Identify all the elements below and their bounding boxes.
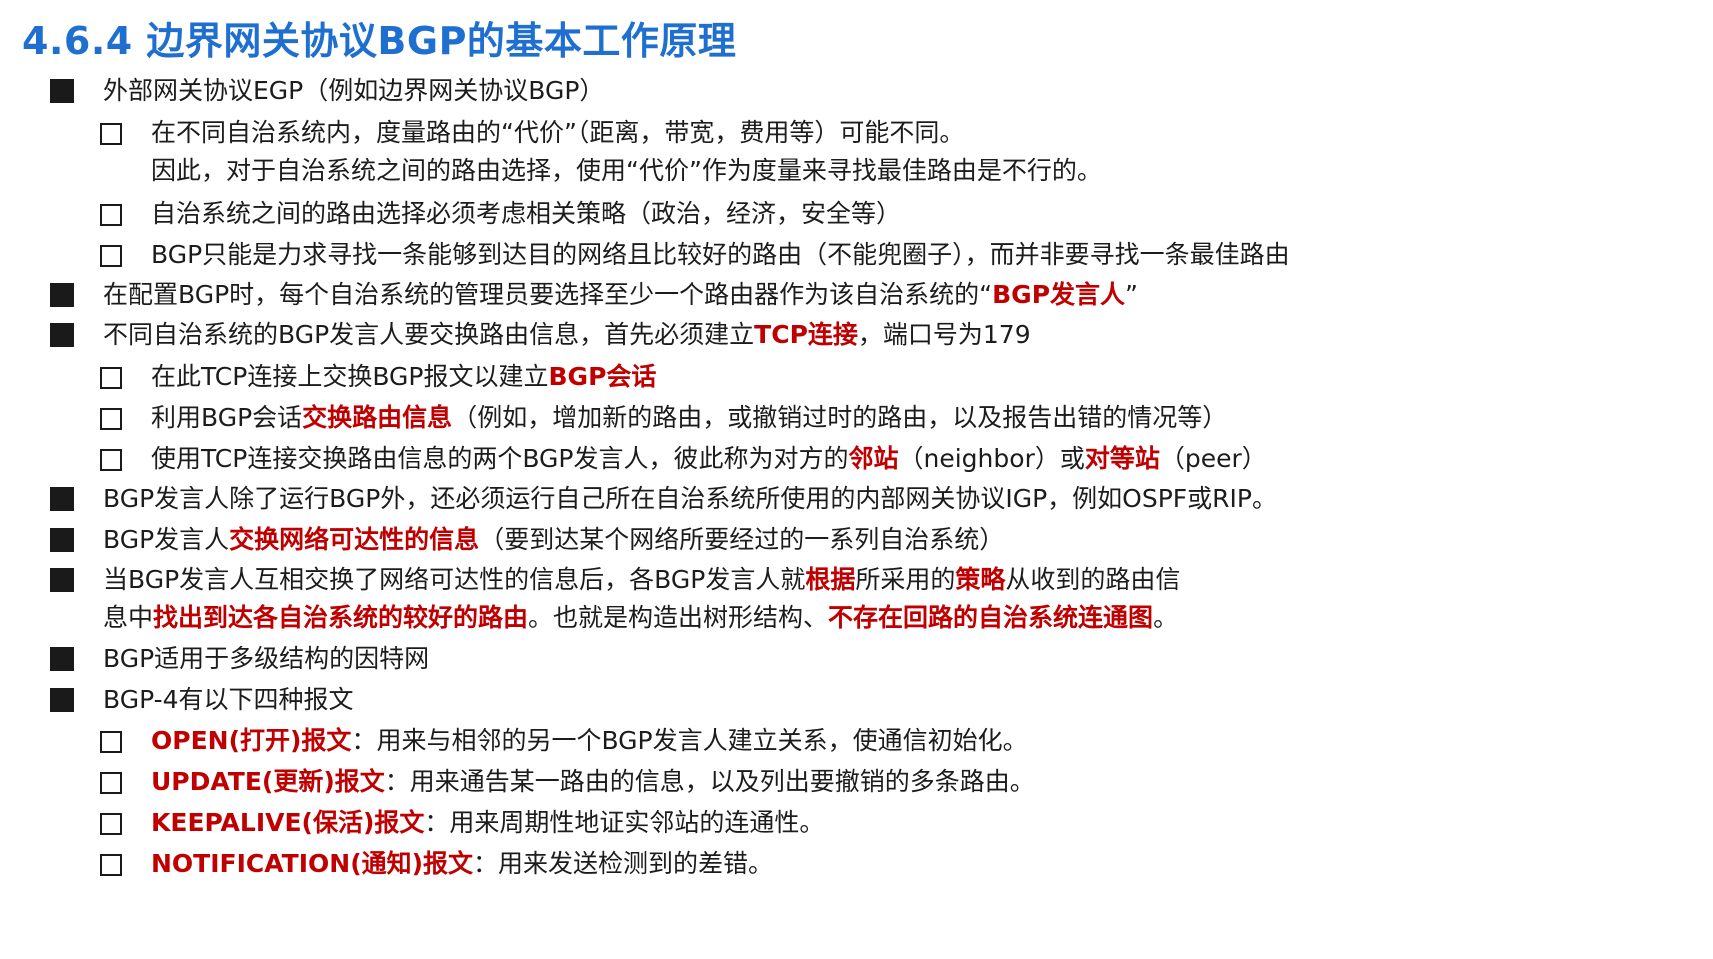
list-item: BGP适用于多级结构的因特网	[103, 642, 429, 676]
item-text: （例如，增加新的路由，或撤销过时的路由，以及报告出错的情况等）	[452, 403, 1228, 432]
list-item: 在配置BGP时，每个自治系统的管理员要选择至少一个路由器作为该自治系统的“BGP…	[103, 278, 1138, 312]
highlight-text: NOTIFICATION(通知)报文	[151, 849, 474, 878]
checkbox-bullet-icon	[100, 245, 122, 267]
item-text: （neighbor）或	[898, 444, 1085, 473]
highlight-text: 不存在回路的自治系统连通图	[828, 603, 1154, 632]
highlight-text: BGP会话	[548, 362, 657, 391]
highlight-text: 交换路由信息	[302, 403, 453, 432]
sub-list-item: UPDATE(更新)报文：用来通告某一路由的信息，以及列出要撤销的多条路由。	[151, 765, 1035, 799]
item-text: 从收到的路由信	[1005, 565, 1181, 594]
sub-list-item: KEEPALIVE(保活)报文：用来周期性地证实邻站的连通性。	[151, 806, 824, 840]
highlight-text: UPDATE(更新)报文	[151, 767, 385, 796]
checkbox-bullet-icon	[100, 449, 122, 471]
sub-list-item: NOTIFICATION(通知)报文：用来发送检测到的差错。	[151, 847, 773, 881]
item-text: BGP适用于多级结构的因特网	[103, 644, 430, 673]
square-bullet-icon	[50, 647, 74, 671]
highlight-text: 对等站	[1084, 444, 1160, 473]
item-text: 自治系统之间的路由选择必须考虑相关策略（政治，经济，安全等）	[151, 199, 902, 228]
item-text: ：用来周期性地证实邻站的连通性。	[424, 808, 825, 837]
item-text: （要到达某个网络所要经过的一系列自治系统）	[479, 525, 1005, 554]
checkbox-bullet-icon	[100, 367, 122, 389]
sub-list-item: 自治系统之间的路由选择必须考虑相关策略（政治，经济，安全等）	[151, 197, 901, 231]
sub-list-item: 利用BGP会话交换路由信息（例如，增加新的路由，或撤销过时的路由，以及报告出错的…	[151, 401, 1227, 435]
item-text: 不同自治系统的BGP发言人要交换路由信息，首先必须建立	[103, 320, 755, 349]
checkbox-bullet-icon	[100, 204, 122, 226]
item-text: ：用来通告某一路由的信息，以及列出要撤销的多条路由。	[384, 767, 1035, 796]
sub-list-item: OPEN(打开)报文：用来与相邻的另一个BGP发言人建立关系，使通信初始化。	[151, 724, 1028, 758]
item-text: 所采用的	[855, 565, 956, 594]
item-text: 在此TCP连接上交换BGP报文以建立	[151, 362, 549, 391]
square-bullet-icon	[50, 568, 74, 592]
item-text: BGP只能是力求寻找一条能够到达目的网络且比较好的路由（不能兜圈子），而并非要寻…	[151, 240, 1290, 269]
list-item: BGP发言人除了运行BGP外，还必须运行自己所在自治系统所使用的内部网关协议IG…	[103, 482, 1277, 516]
item-text: 因此，对于自治系统之间的路由选择，使用“代价”作为度量来寻找最佳路由是不行的。	[151, 156, 1102, 185]
checkbox-bullet-icon	[100, 731, 122, 753]
item-text: ：用来发送检测到的差错。	[473, 849, 774, 878]
item-text: 利用BGP会话	[151, 403, 303, 432]
list-item: BGP发言人交换网络可达性的信息（要到达某个网络所要经过的一系列自治系统）	[103, 523, 1004, 557]
highlight-text: 策略	[955, 565, 1006, 594]
square-bullet-icon	[50, 528, 74, 552]
item-text: BGP发言人除了运行BGP外，还必须运行自己所在自治系统所使用的内部网关协议IG…	[103, 484, 1277, 513]
list-item: 外部网关协议EGP（例如边界网关协议BGP）	[103, 74, 604, 108]
highlight-text: TCP连接	[754, 320, 858, 349]
checkbox-bullet-icon	[100, 408, 122, 430]
list-item: 当BGP发言人互相交换了网络可达性的信息后，各BGP发言人就根据所采用的策略从收…	[103, 563, 1180, 635]
square-bullet-icon	[50, 79, 74, 103]
checkbox-bullet-icon	[100, 772, 122, 794]
highlight-text: KEEPALIVE(保活)报文	[151, 808, 425, 837]
sub-list-item: 在此TCP连接上交换BGP报文以建立BGP会话	[151, 360, 656, 394]
checkbox-bullet-icon	[100, 123, 122, 145]
checkbox-bullet-icon	[100, 854, 122, 876]
item-text: ”	[1125, 280, 1138, 309]
item-text: 当BGP发言人互相交换了网络可达性的信息后，各BGP发言人就	[103, 565, 806, 594]
item-text: 在配置BGP时，每个自治系统的管理员要选择至少一个路由器作为该自治系统的“	[103, 280, 993, 309]
item-text: 在不同自治系统内，度量路由的“代价”（距离，带宽，费用等）可能不同。	[151, 118, 965, 147]
sub-list-item: 使用TCP连接交换路由信息的两个BGP发言人，彼此称为对方的邻站（neighbo…	[151, 442, 1267, 476]
item-text: 息中	[103, 603, 154, 632]
square-bullet-icon	[50, 283, 74, 307]
list-item: BGP-4有以下四种报文	[103, 683, 354, 717]
item-text: BGP-4有以下四种报文	[103, 685, 354, 714]
sub-list-item: 在不同自治系统内，度量路由的“代价”（距离，带宽，费用等）可能不同。因此，对于自…	[151, 116, 1102, 188]
highlight-text: OPEN(打开)报文	[151, 726, 352, 755]
item-text: ，端口号为179	[857, 320, 1031, 349]
sub-list-item: BGP只能是力求寻找一条能够到达目的网络且比较好的路由（不能兜圈子），而并非要寻…	[151, 238, 1290, 272]
highlight-text: BGP发言人	[992, 280, 1126, 309]
item-text: 。	[1153, 603, 1179, 632]
item-text: ：用来与相邻的另一个BGP发言人建立关系，使通信初始化。	[351, 726, 1028, 755]
square-bullet-icon	[50, 688, 74, 712]
square-bullet-icon	[50, 487, 74, 511]
highlight-text: 邻站	[848, 444, 899, 473]
list-item: 不同自治系统的BGP发言人要交换路由信息，首先必须建立TCP连接，端口号为179	[103, 318, 1031, 352]
item-text: （peer）	[1159, 444, 1267, 473]
checkbox-bullet-icon	[100, 813, 122, 835]
page-title: 4.6.4 边界网关协议BGP的基本工作原理	[22, 19, 737, 63]
highlight-text: 根据	[805, 565, 856, 594]
item-text: 外部网关协议EGP（例如边界网关协议BGP）	[103, 76, 605, 105]
item-text: 使用TCP连接交换路由信息的两个BGP发言人，彼此称为对方的	[151, 444, 849, 473]
item-text: BGP发言人	[103, 525, 230, 554]
item-text: 。也就是构造出树形结构、	[528, 603, 829, 632]
highlight-text: 找出到达各自治系统的较好的路由	[153, 603, 529, 632]
highlight-text: 交换网络可达性的信息	[229, 525, 480, 554]
square-bullet-icon	[50, 323, 74, 347]
